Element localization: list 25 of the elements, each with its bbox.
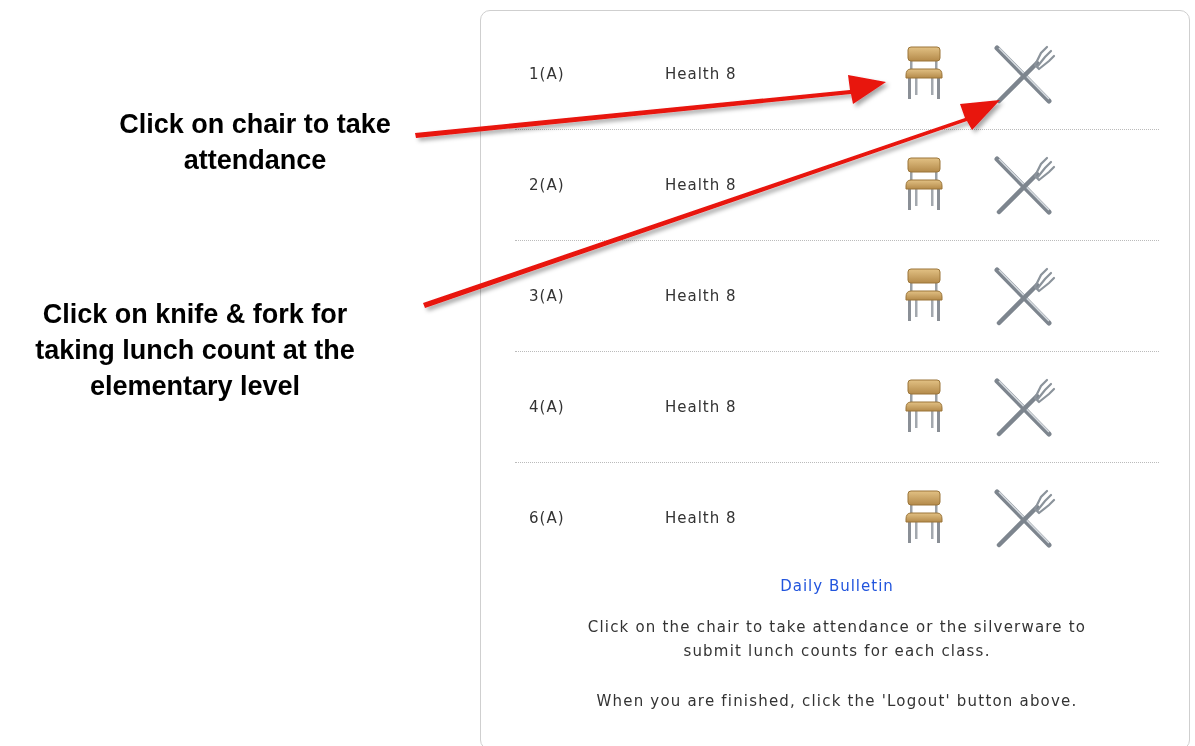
callout-text: Click on chair to take attendance (118, 108, 392, 177)
course-name: Health 8 (665, 287, 738, 305)
knife-fork-icon[interactable] (991, 487, 1057, 549)
course-name: Health 8 (665, 176, 738, 194)
course-name: Health 8 (665, 398, 738, 416)
knife-fork-icon[interactable] (991, 376, 1057, 438)
course-name: Health 8 (665, 65, 738, 83)
knife-fork-icon[interactable] (991, 154, 1057, 216)
period-label: 3(A) (528, 287, 566, 305)
instruction-text: When you are finished, click the 'Logout' button above. (595, 691, 1079, 712)
chair-icon[interactable] (903, 267, 945, 323)
daily-bulletin-link[interactable]: Daily Bulletin (780, 577, 894, 595)
course-name: Health 8 (665, 509, 738, 527)
knife-fork-icon[interactable] (991, 43, 1057, 105)
callout-text: Click on knife & fork for taking lunch count at the elementary level (34, 298, 356, 403)
instruction-text: Click on the chair to take attendance or the silverware to submit lunch counts for each class. (586, 617, 1088, 662)
period-label: 2(A) (528, 176, 566, 194)
chair-icon[interactable] (903, 156, 945, 212)
period-label: 4(A) (528, 398, 566, 416)
period-label: 1(A) (528, 65, 566, 83)
chair-icon[interactable] (903, 378, 945, 434)
chair-icon[interactable] (903, 45, 945, 101)
chair-icon[interactable] (903, 489, 945, 545)
knife-fork-icon[interactable] (991, 265, 1057, 327)
period-label: 6(A) (528, 509, 566, 527)
